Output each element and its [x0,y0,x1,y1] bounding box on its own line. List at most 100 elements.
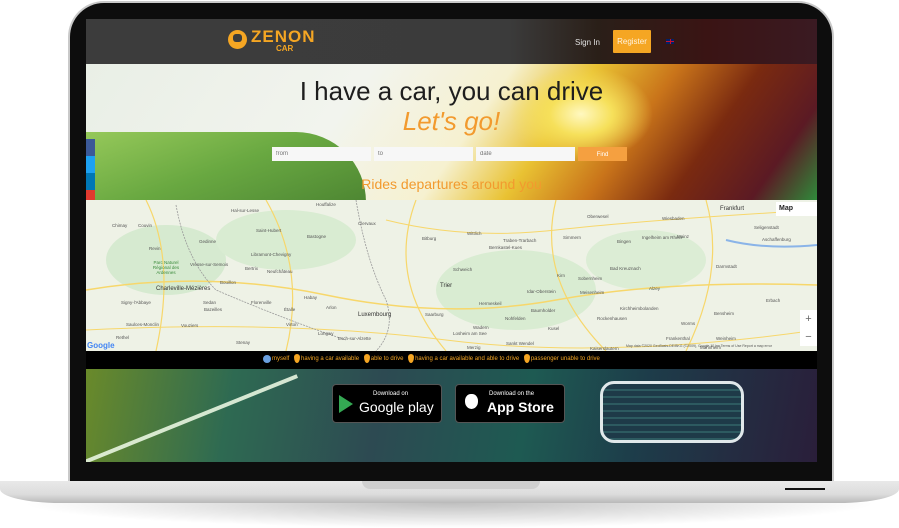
map-label: Merzig [467,345,481,350]
map-label: Wiesbaden [662,216,685,221]
map-label: Wadern [473,325,489,330]
map-label: Darmstadt [716,264,737,269]
map-type-selector[interactable]: Map [776,202,817,216]
map-label: Kusel [548,326,560,331]
map-label: Kirchheimbolanden [620,306,659,311]
map-label: Bingen [617,239,632,244]
map-label: Luxembourg [358,312,392,318]
map-label: Longwy [318,331,334,336]
laptop-shadow [20,503,879,528]
map-label: Saulces-Monclin [126,322,160,327]
map-label: Bouillon [220,280,237,285]
linkedin-icon[interactable] [86,173,95,190]
map-label: Bensheim [714,311,735,316]
register-button[interactable]: Register [613,30,651,53]
map-label: Stenay [236,340,251,345]
map-label: Bernkastel-Kues [489,245,523,250]
map-label: Hermeskeil [479,301,502,306]
legend-label: able to drive [370,356,404,363]
road-line-decoration [86,374,299,462]
legend-label: myself [272,356,290,363]
legend-label: having a car available and able to drive [415,356,520,363]
map-label: Erbach [766,298,781,303]
facebook-icon[interactable] [86,139,95,156]
map-label: Wittlich [467,231,482,236]
map-label: Charleville-Mézières [156,286,211,292]
find-button[interactable]: Find [578,147,627,161]
download-section: Download on Google play Download on the … [86,369,817,462]
map-label: Chimay [112,223,128,228]
rides-heading: Rides departures around you [361,176,542,192]
hero-subtitle: Let's go! [402,106,501,136]
hero-section: I have a car, you can drive Let's go! Fi… [86,64,817,202]
google-play-small-text: Download on [373,391,409,397]
map-label: Oberwesel [587,214,609,219]
apple-icon [465,394,478,409]
google-play-big-text: Google play [359,399,434,415]
map-label: Losheim am See [453,331,487,336]
map-label: Frankfurt [720,206,745,212]
map-label: Alzey [649,286,661,291]
google-play-button[interactable]: Download on Google play [332,384,442,423]
map-label: Traben-Trarbach [503,238,537,243]
map-label: Étalle [284,307,296,312]
map-label: Nohfelden [505,316,526,321]
map-label: Saint-Hubert [256,228,282,233]
twitter-icon[interactable] [86,156,95,173]
map-label: Bad Kreuznach [610,266,641,271]
map-label: Kirn [557,273,566,278]
logo-subtext: CAR [276,44,294,53]
app-store-big-text: App Store [487,399,554,415]
pin-icon [408,354,415,363]
pin-icon [523,354,530,363]
map-label: Revin [149,246,161,251]
map-label: Aschaffenburg [762,237,791,242]
to-input[interactable] [374,147,473,161]
browser-screen: ZENON CAR Sign In Register I have a car,… [86,19,817,462]
map-label: Bastogne [307,234,327,239]
map-label: Meisenheim [580,290,605,295]
map-label: Bertrix [245,266,259,271]
map-label: Gedinne [199,239,217,244]
app-store-small-text: Download on the [489,391,535,397]
zoom-out-button[interactable]: − [800,328,817,346]
car-vent-decoration [600,381,744,443]
map-label: Mainz [677,234,690,239]
map-label: Baumholder [531,308,556,313]
map-label: Virton [286,322,298,327]
map-label: Simmern [563,235,582,240]
map-label: Couvin [138,223,153,228]
map-label: Sankt Wendel [506,341,534,346]
logo[interactable]: ZENON CAR [224,27,315,57]
navbar: ZENON CAR Sign In Register [86,19,817,64]
uk-flag-icon[interactable] [666,39,674,44]
map-label: Bazeilles [204,307,223,312]
map-label: Houffalize [316,202,336,207]
google-play-icon [339,395,353,413]
laptop-notch [362,481,540,489]
laptop-slot [785,488,825,490]
zoom-in-button[interactable]: + [800,310,817,328]
map-label: Saarburg [425,312,444,317]
map-label: Sedan [203,300,217,305]
map-attribution[interactable]: Map data ©2020 GeoBasis-DE/BKG (©2009), … [626,344,772,348]
map-label: Esch-sur-Alzette [338,336,372,341]
map-label: Signy-l'Abbaye [121,300,151,305]
map-label: Seligenstadt [754,225,779,230]
map-label: Vresse-sur-Semois [190,262,229,267]
google-logo[interactable]: Google [87,341,115,350]
map-roads [86,200,817,351]
rides-map[interactable]: Hal-sur-Lesse Houffalize Chimay Couvin S… [86,200,817,351]
blue-dot-icon [263,354,271,363]
map-label: Florenville [251,300,272,305]
app-store-button[interactable]: Download on the App Store [455,384,565,423]
map-label: Weinheim [716,336,736,341]
date-input[interactable] [476,147,575,161]
map-label: Clervaux [358,221,376,226]
from-input[interactable] [272,147,371,161]
map-label: Rethel [116,335,130,340]
map-label: Worms [681,321,696,326]
map-label: Sobernheim [578,276,603,281]
sign-in-link[interactable]: Sign In [575,38,600,47]
map-legend: myself having a car available able to dr… [86,351,817,369]
